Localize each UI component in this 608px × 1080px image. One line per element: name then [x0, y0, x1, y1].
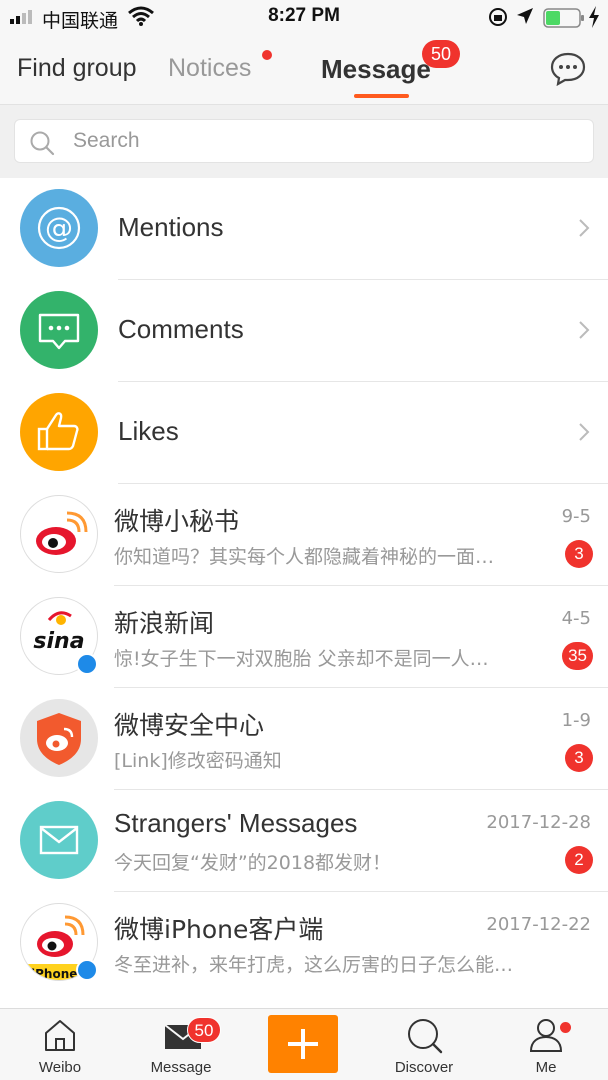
chat-bubble-icon[interactable]	[550, 52, 586, 86]
active-tab-indicator	[354, 94, 409, 98]
sina-logo-text: sina	[33, 629, 84, 654]
location-icon	[517, 8, 533, 24]
conversation-preview: 惊!女子生下一对双胞胎 父亲却不是同一人…	[114, 648, 489, 670]
conversation-row[interactable]: iPhone 微博iPhone客户端 2017-12-22 冬至进补，来年打虎，…	[0, 892, 608, 994]
mentions-avatar: @	[20, 189, 98, 267]
chevron-right-icon	[579, 423, 590, 441]
conversation-date: 1-9	[561, 710, 591, 731]
conversation-preview: 今天回复“发财”的2018都发财！	[114, 852, 392, 874]
likes-avatar	[20, 393, 98, 471]
unread-count-badge: 2	[565, 846, 593, 874]
conversation-date: 2017-12-28	[486, 812, 591, 833]
category-label: Mentions	[118, 212, 224, 242]
battery-icon	[543, 8, 584, 28]
search-icon	[408, 1019, 443, 1054]
envelope-icon	[39, 825, 79, 855]
conversation-row[interactable]: sina 新浪新闻 4-5 惊!女子生下一对双胞胎 父亲却不是同一人… 35	[0, 586, 608, 688]
conversation-preview: 冬至进补，来年打虎，这么厉害的日子怎么能错过…	[114, 954, 514, 976]
conversation-date: 4-5	[561, 608, 591, 629]
svg-text:@: @	[45, 211, 73, 244]
category-label: Comments	[118, 314, 244, 344]
rotation-lock-icon	[489, 8, 507, 26]
message-tab-bar-badge: 50	[187, 1017, 221, 1043]
conversation-name: 微博iPhone客户端	[114, 915, 324, 944]
conversation-preview: [Link]修改密码通知	[114, 750, 282, 772]
conversation-row[interactable]: 微博小秘书 9-5 你知道吗？其实每个人都隐藏着神秘的一面… 3	[0, 484, 608, 586]
home-icon	[45, 1020, 75, 1051]
weibo-logo-avatar	[20, 495, 98, 573]
notices-unread-dot	[262, 50, 272, 60]
conversation-date: 9-5	[561, 506, 591, 527]
conversation-name: 新浪新闻	[114, 609, 215, 638]
conversation-name: Strangers' Messages	[114, 808, 358, 838]
unread-count-badge: 3	[565, 540, 593, 568]
unread-count-badge: 3	[565, 744, 593, 772]
chevron-right-icon	[579, 321, 590, 339]
bottom-tab-bar: Weibo Message 50 Discover Me	[0, 1008, 608, 1080]
search-area	[0, 104, 608, 178]
category-row-likes[interactable]: Likes	[0, 382, 608, 484]
search-box[interactable]	[14, 119, 594, 163]
tab-bar-label: Weibo	[38, 1059, 82, 1076]
shield-icon	[37, 713, 81, 765]
comments-avatar	[20, 291, 98, 369]
chevron-right-icon	[579, 219, 590, 237]
weibo-logo-icon	[36, 511, 88, 555]
at-sign-icon: @	[37, 206, 81, 250]
strangers-avatar	[20, 801, 98, 879]
tab-notices[interactable]: Notices	[168, 54, 251, 83]
tab-bar-label: Me	[535, 1059, 557, 1076]
nav-header: Find group Notices Message 50	[0, 36, 608, 104]
category-label: Likes	[118, 416, 179, 446]
unread-count-badge: 35	[562, 642, 593, 670]
me-unread-dot	[560, 1022, 571, 1033]
tab-bar-me[interactable]: Me	[496, 1009, 596, 1080]
thumbs-up-icon	[37, 412, 79, 451]
tab-bar-weibo[interactable]: Weibo	[10, 1009, 110, 1080]
compose-button[interactable]	[268, 1015, 338, 1073]
conversation-date: 2017-12-22	[486, 914, 591, 935]
conversation-row[interactable]: 微博安全中心 1-9 [Link]修改密码通知 3	[0, 688, 608, 790]
tab-bar-label: Message	[150, 1059, 212, 1076]
verified-badge-icon	[76, 959, 98, 981]
search-icon	[30, 131, 55, 156]
tab-bar-label: Discover	[394, 1059, 454, 1076]
charging-icon	[589, 6, 599, 28]
conversation-row[interactable]: Strangers' Messages 2017-12-28 今天回复“发财”的…	[0, 790, 608, 892]
tab-find-group[interactable]: Find group	[17, 54, 137, 83]
comment-icon	[38, 313, 80, 350]
message-tab-badge: 50	[422, 40, 460, 68]
tab-bar-discover[interactable]: Discover	[374, 1009, 474, 1080]
tab-message[interactable]: Message	[321, 54, 431, 85]
status-bar: 中国联通 8:27 PM	[0, 0, 608, 36]
conversation-name: 微博小秘书	[114, 507, 240, 536]
category-row-comments[interactable]: Comments	[0, 280, 608, 382]
conversation-preview: 你知道吗？其实每个人都隐藏着神秘的一面…	[114, 546, 495, 568]
iphone-label-text: iPhone	[31, 967, 77, 981]
security-center-avatar	[20, 699, 98, 777]
person-icon	[529, 1019, 563, 1052]
verified-badge-icon	[76, 653, 98, 675]
plus-icon	[288, 1029, 318, 1059]
category-row-mentions[interactable]: @ Mentions	[0, 178, 608, 280]
conversation-name: 微博安全中心	[114, 711, 265, 740]
search-input[interactable]	[73, 126, 573, 156]
